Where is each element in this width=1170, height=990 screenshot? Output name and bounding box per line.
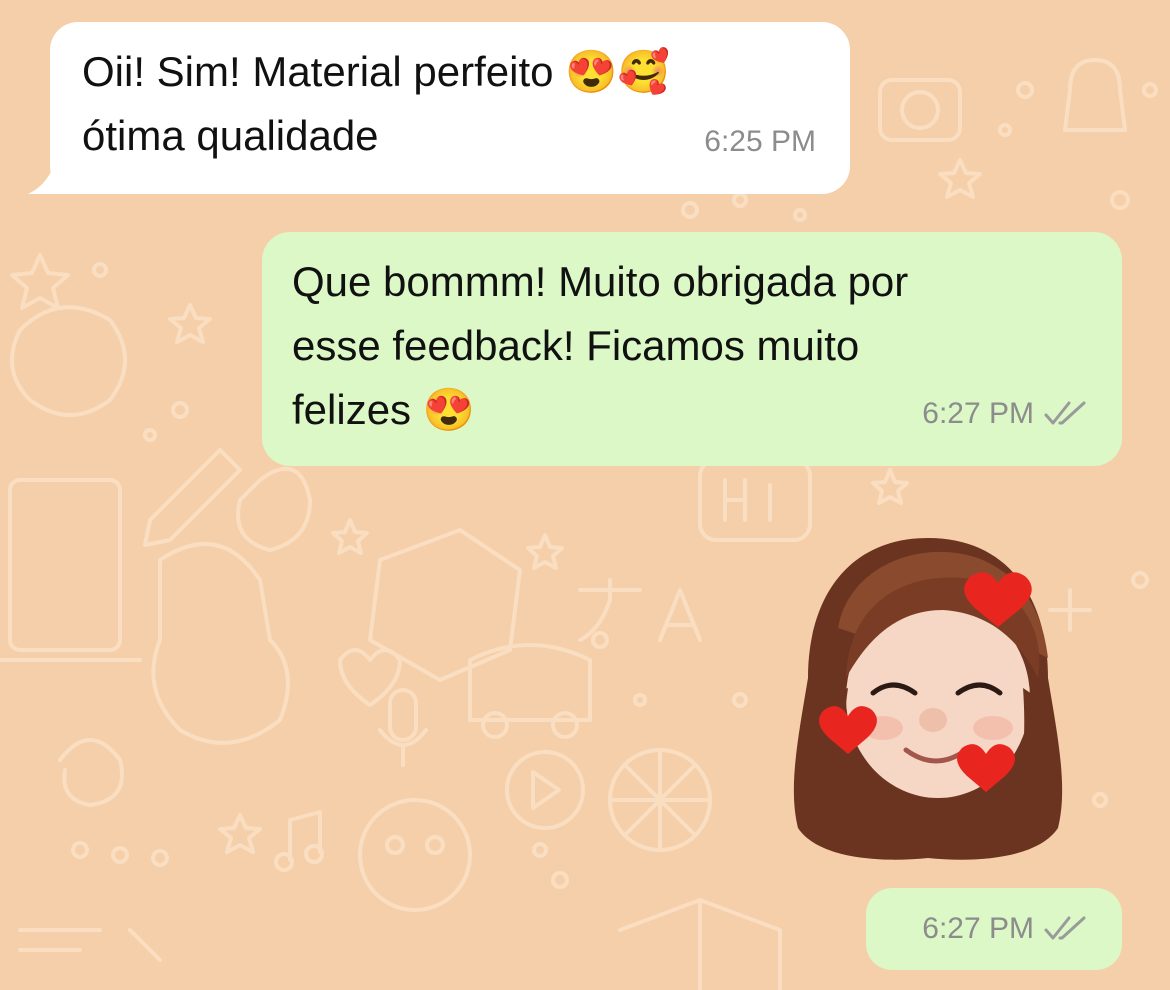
- bubble-tail-icon: [28, 154, 76, 194]
- message-meta: 6:27 PM: [922, 912, 1090, 946]
- message-bubble-outgoing[interactable]: Que bommm! Muito obrigada por esse feedb…: [262, 232, 1122, 466]
- message-meta: 6:27 PM: [922, 382, 1090, 446]
- message-bubble-incoming[interactable]: Oii! Sim! Material perfeito 😍🥰 ótima qua…: [28, 22, 850, 194]
- memoji-heart-eyes-sticker[interactable]: [778, 528, 1078, 868]
- message-text: Oii! Sim! Material perfeito 😍🥰: [82, 48, 670, 95]
- double-check-icon: [1044, 916, 1086, 940]
- sticker-meta-bubble: 6:27 PM: [866, 888, 1122, 970]
- message-timestamp: 6:25 PM: [704, 125, 816, 158]
- heart-eyes-emoji-icon: 😍: [422, 386, 476, 433]
- heart-eyes-smiling-emoji-icon: 😍🥰: [565, 48, 670, 95]
- double-check-icon: [1044, 401, 1086, 425]
- message-meta: 6:25 PM: [704, 110, 816, 174]
- message-timestamp: 6:27 PM: [922, 397, 1034, 430]
- message-timestamp: 6:27 PM: [922, 912, 1034, 945]
